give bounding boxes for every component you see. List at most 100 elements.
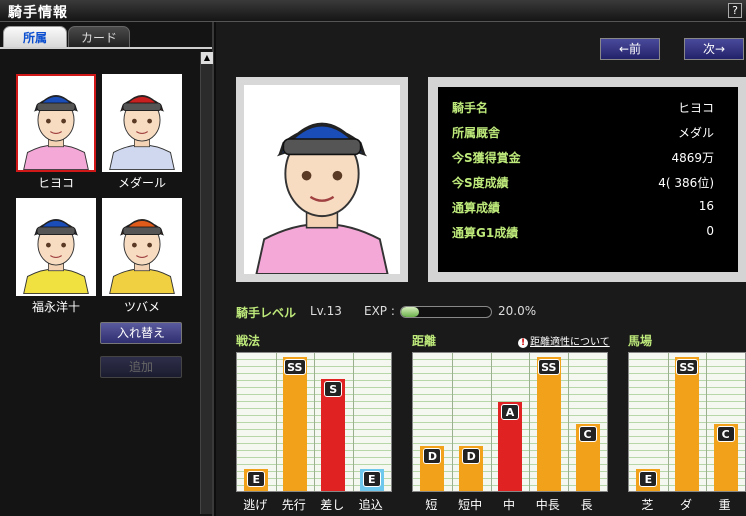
roster-card-0[interactable]: ヒヨコ bbox=[16, 74, 96, 192]
profile-row-value: 16 bbox=[698, 199, 714, 213]
chart-grade-label: C bbox=[578, 426, 597, 442]
chart-x-label: 芝 bbox=[641, 498, 654, 512]
tab-underline bbox=[0, 47, 212, 49]
next-button[interactable]: 次→ bbox=[684, 38, 744, 60]
chart-title-tactics: 戦法 bbox=[236, 334, 261, 348]
jockey-face-icon bbox=[23, 218, 89, 294]
track-chart: E SS C bbox=[628, 352, 746, 492]
chart-column-separator bbox=[667, 353, 669, 491]
chart-bar bbox=[675, 357, 699, 491]
prev-button[interactable]: ←前 bbox=[600, 38, 660, 60]
chart-x-label: 重 bbox=[718, 498, 731, 512]
roster-panel: 所属 カード ヒヨコ メダール 福永洋十 ツバメ 入れ替え 追加 ▲ bbox=[0, 22, 214, 516]
chart-column-separator bbox=[451, 353, 453, 491]
distance-chart: D D A SS C bbox=[412, 352, 608, 492]
chart-grade-label: C bbox=[716, 426, 735, 442]
roster-scrollbar[interactable]: ▲ bbox=[200, 52, 213, 514]
chart-column-separator bbox=[706, 353, 708, 491]
jockey-portrait bbox=[16, 198, 96, 296]
chart-grade-label: S bbox=[324, 381, 343, 398]
chart-x-label: 短中 bbox=[458, 498, 483, 512]
profile-row: 騎手名 ヒヨコ bbox=[452, 99, 714, 115]
chart-grade-label: SS bbox=[537, 359, 560, 375]
profile-box: 騎手名 ヒヨコ所属厩舎 メダル今S獲得賞金 4869万今S度成績 4( 386位) 通算成… bbox=[428, 77, 746, 282]
profile-row-label: 所属厩舎 bbox=[452, 126, 501, 140]
chart-grade-label: E bbox=[639, 470, 658, 487]
profile-row-label: 通算G1成績 bbox=[452, 226, 519, 240]
chart-x-label: 逃げ bbox=[243, 498, 268, 512]
profile-row-value: 4869万 bbox=[671, 151, 714, 165]
roster-card-2[interactable]: 福永洋十 bbox=[16, 198, 96, 316]
jockey-face-icon bbox=[23, 94, 89, 170]
distance-aptitude-link[interactable]: ! 距離適性について bbox=[518, 333, 610, 348]
chart-x-label: 差し bbox=[320, 498, 345, 512]
profile-row: 通算G1成績 0 bbox=[452, 224, 714, 240]
chart-column-separator bbox=[490, 353, 492, 491]
chart-column-separator bbox=[314, 353, 315, 491]
level-label: 騎手レベル bbox=[236, 306, 297, 320]
tab-affiliation[interactable]: 所属 bbox=[3, 26, 67, 48]
jockey-face-icon bbox=[109, 94, 175, 170]
chart-x-label: ダ bbox=[679, 498, 692, 512]
chart-grade-label: E bbox=[247, 470, 266, 487]
jockey-name: ツバメ bbox=[123, 300, 160, 314]
chart-x-label: 先行 bbox=[281, 498, 306, 512]
exp-bar-fill bbox=[401, 307, 419, 317]
roster-card-1[interactable]: メダール bbox=[102, 74, 182, 192]
profile-row-label: 今S度成績 bbox=[452, 176, 509, 190]
tactics-chart: E SS S E bbox=[236, 352, 392, 492]
title-bar: 騎手情報 ? bbox=[0, 0, 746, 22]
exp-percent: 20.0% bbox=[498, 304, 537, 318]
jockey-name: メダール bbox=[117, 176, 166, 190]
chart-title-track: 馬場 bbox=[628, 334, 653, 348]
distance-aptitude-link-text: 距離適性について bbox=[530, 337, 610, 348]
profile-row-label: 今S獲得賞金 bbox=[452, 151, 521, 165]
chart-bar bbox=[282, 357, 307, 491]
chart-grade-label: A bbox=[501, 403, 519, 420]
add-button[interactable]: 追加 bbox=[100, 356, 182, 378]
chart-grade-label: SS bbox=[676, 359, 698, 375]
jockey-face-icon bbox=[255, 122, 389, 274]
chart-bar bbox=[536, 357, 561, 491]
chart-x-label: 短 bbox=[425, 498, 438, 512]
level-row: 騎手レベル Lv.13 EXP : 20.0% bbox=[236, 304, 736, 322]
scroll-up-icon[interactable]: ▲ bbox=[201, 52, 213, 64]
chart-grade-label: D bbox=[423, 448, 442, 465]
profile-row: 通算成績 16 bbox=[452, 199, 714, 215]
jockey-name: 福永洋十 bbox=[31, 300, 80, 314]
chart-column-separator bbox=[529, 353, 531, 491]
help-button[interactable]: ? bbox=[728, 3, 742, 18]
profile-row-value: メダル bbox=[677, 126, 714, 140]
profile-row-value: 4( 386位) bbox=[658, 176, 714, 190]
chart-title-distance: 距離 bbox=[412, 334, 437, 348]
profile-row-label: 騎手名 bbox=[452, 101, 489, 115]
chart-grade-label: SS bbox=[283, 359, 306, 375]
chart-x-label: 長 bbox=[580, 498, 593, 512]
exp-bar bbox=[400, 306, 492, 318]
chart-grade-label: E bbox=[362, 470, 381, 487]
profile-row-label: 通算成績 bbox=[452, 201, 501, 215]
info-icon: ! bbox=[518, 338, 528, 348]
roster-card-3[interactable]: ツバメ bbox=[102, 198, 182, 316]
jockey-portrait bbox=[102, 74, 182, 172]
profile-table: 騎手名 ヒヨコ所属厩舎 メダル今S獲得賞金 4869万今S度成績 4( 386位) 通算成… bbox=[438, 87, 738, 272]
jockey-portrait bbox=[16, 74, 96, 172]
chart-column-separator bbox=[352, 353, 354, 491]
chart-column-separator bbox=[275, 353, 277, 491]
level-value: Lv.13 bbox=[310, 304, 342, 318]
tab-card[interactable]: カード bbox=[68, 26, 130, 48]
chart-grade-label: D bbox=[462, 448, 481, 465]
profile-row-value: ヒヨコ bbox=[677, 101, 714, 115]
profile-row: 今S度成績 4( 386位) bbox=[452, 174, 714, 190]
chart-x-label: 中長 bbox=[535, 498, 560, 512]
detail-panel: ←前 次→ 騎手名 ヒヨコ所属厩舎 メダル今S獲得賞金 4869万今S度成績 4( 38… bbox=[216, 22, 746, 516]
jockey-large-portrait bbox=[236, 77, 408, 282]
exp-label: EXP : bbox=[364, 304, 395, 318]
window-title: 騎手情報 bbox=[8, 5, 68, 21]
chart-x-label: 中 bbox=[502, 498, 515, 512]
chart-column-separator bbox=[568, 353, 570, 491]
swap-button[interactable]: 入れ替え bbox=[100, 322, 182, 344]
profile-row-value: 0 bbox=[706, 224, 714, 238]
chart-x-label: 追込 bbox=[358, 498, 383, 512]
jockey-name: ヒヨコ bbox=[37, 176, 74, 190]
